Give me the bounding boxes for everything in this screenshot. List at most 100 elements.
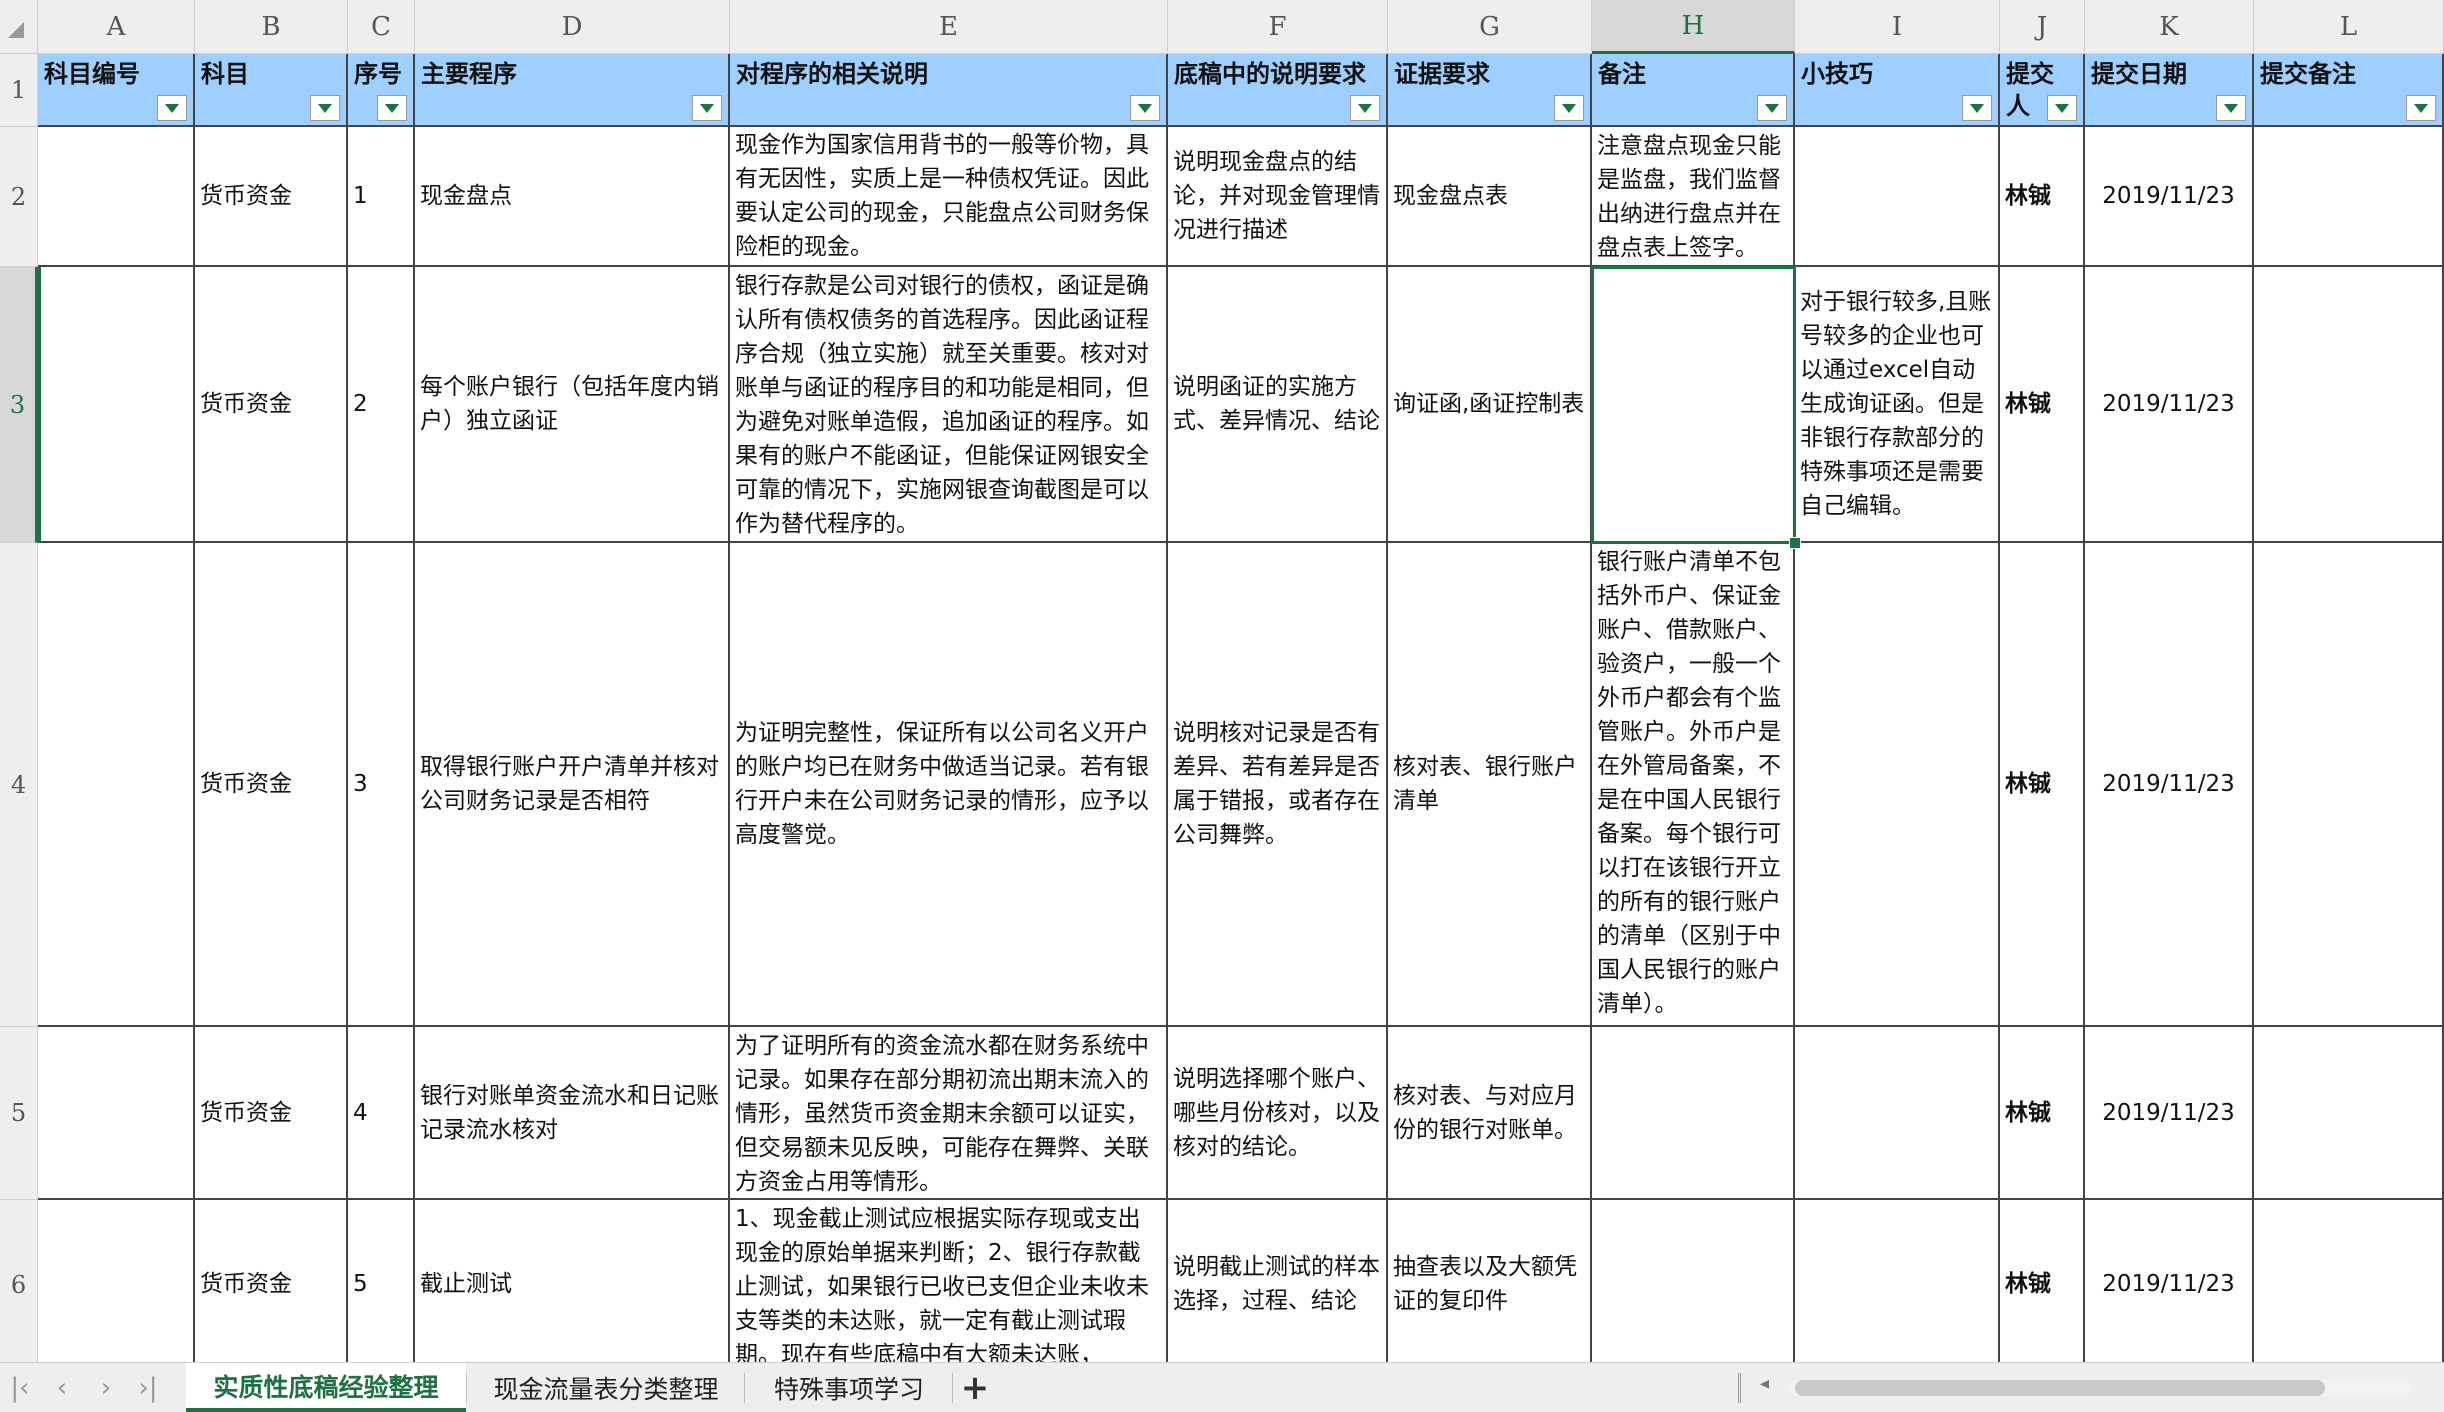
scroll-left-arrow-icon[interactable]: ◂ (1760, 1373, 1769, 1394)
filter-dropdown-icon[interactable] (2047, 95, 2077, 121)
cell-f5[interactable]: 说明选择哪个账户、哪些月份核对，以及核对的结论。 (1168, 1027, 1388, 1200)
column-header-f[interactable]: F (1168, 0, 1388, 54)
cell-i5[interactable] (1795, 1027, 2000, 1200)
cell-a4[interactable] (38, 543, 195, 1027)
filter-dropdown-icon[interactable] (2406, 95, 2436, 121)
filter-dropdown-icon[interactable] (1962, 95, 1992, 121)
filter-dropdown-icon[interactable] (1350, 95, 1380, 121)
cell-a6[interactable] (38, 1200, 195, 1362)
sheet-tab-1[interactable]: 实质性底稿经验整理 (186, 1363, 466, 1412)
row-header-4[interactable]: 4 (0, 543, 38, 1027)
column-header-d[interactable]: D (415, 0, 730, 54)
filter-dropdown-icon[interactable] (1757, 95, 1787, 121)
sheet-tab-2[interactable]: 现金流量表分类整理 (468, 1363, 744, 1412)
first-sheet-button[interactable]: |‹ (2, 1371, 38, 1405)
sheet-tab-3[interactable]: 特殊事项学习 (746, 1363, 952, 1412)
row-header-6[interactable]: 6 (0, 1200, 38, 1362)
header-cell-i[interactable]: 小技巧 (1795, 54, 2000, 127)
cell-e3[interactable]: 银行存款是公司对银行的债权，函证是确认所有债权债务的首选程序。因此函证程序合规（… (730, 267, 1168, 543)
cell-d3[interactable]: 每个账户银行（包括年度内销户）独立函证 (415, 267, 730, 543)
next-sheet-button[interactable]: › (88, 1371, 124, 1405)
cell-h3[interactable] (1592, 267, 1795, 543)
cell-f4[interactable]: 说明核对记录是否有差异、若有差异是否属于错报，或者存在公司舞弊。 (1168, 543, 1388, 1027)
cell-j4[interactable]: 林铖 (2000, 543, 2085, 1027)
cell-e2[interactable]: 现金作为国家信用背书的一般等价物，具有无因性，实质上是一种债权凭证。因此要认定公… (730, 127, 1168, 267)
cell-l6[interactable] (2254, 1200, 2444, 1362)
cell-i3[interactable]: 对于银行较多,且账号较多的企业也可以通过excel自动生成询证函。但是非银行存款… (1795, 267, 2000, 543)
cell-b5[interactable]: 货币资金 (195, 1027, 348, 1200)
filter-dropdown-icon[interactable] (1554, 95, 1584, 121)
filter-dropdown-icon[interactable] (2216, 95, 2246, 121)
row-header-5[interactable]: 5 (0, 1027, 38, 1200)
filter-dropdown-icon[interactable] (692, 95, 722, 121)
header-cell-f[interactable]: 底稿中的说明要求 (1168, 54, 1388, 127)
cell-a2[interactable] (38, 127, 195, 267)
cell-i2[interactable] (1795, 127, 2000, 267)
spreadsheet-grid[interactable]: A B C D E F G H I J K L 1 科目编号 科目 序号 主要程序 对程序的相关说明 底稿中的说明要… (0, 0, 2444, 1362)
select-all-corner[interactable] (0, 0, 38, 54)
row-header-2[interactable]: 2 (0, 127, 38, 267)
filter-dropdown-icon[interactable] (310, 95, 340, 121)
cell-l2[interactable] (2254, 127, 2444, 267)
cell-a3[interactable] (38, 267, 195, 543)
header-cell-a[interactable]: 科目编号 (38, 54, 195, 127)
cell-l3[interactable] (2254, 267, 2444, 543)
cell-g4[interactable]: 核对表、银行账户清单 (1388, 543, 1592, 1027)
cell-d5[interactable]: 银行对账单资金流水和日记账记录流水核对 (415, 1027, 730, 1200)
cell-k4[interactable]: 2019/11/23 (2085, 543, 2254, 1027)
cell-b3[interactable]: 货币资金 (195, 267, 348, 543)
cell-g6[interactable]: 抽查表以及大额凭证的复印件 (1388, 1200, 1592, 1362)
cell-h6[interactable] (1592, 1200, 1795, 1362)
prev-sheet-button[interactable]: ‹ (44, 1371, 80, 1405)
column-header-h[interactable]: H (1592, 0, 1795, 54)
cell-f3[interactable]: 说明函证的实施方式、差异情况、结论 (1168, 267, 1388, 543)
cell-j6[interactable]: 林铖 (2000, 1200, 2085, 1362)
cell-j5[interactable]: 林铖 (2000, 1027, 2085, 1200)
column-header-j[interactable]: J (2000, 0, 2085, 54)
header-cell-c[interactable]: 序号 (348, 54, 415, 127)
cell-e6[interactable]: 1、现金截止测试应根据实际存现或支出现金的原始单据来判断；2、银行存款截止测试，… (730, 1200, 1168, 1362)
cell-d6[interactable]: 截止测试 (415, 1200, 730, 1362)
cell-l4[interactable] (2254, 543, 2444, 1027)
column-header-g[interactable]: G (1388, 0, 1592, 54)
cell-k3[interactable]: 2019/11/23 (2085, 267, 2254, 543)
filter-dropdown-icon[interactable] (377, 95, 407, 121)
cell-g3[interactable]: 询证函,函证控制表 (1388, 267, 1592, 543)
header-cell-h[interactable]: 备注 (1592, 54, 1795, 127)
cell-c6[interactable]: 5 (348, 1200, 415, 1362)
row-header-3[interactable]: 3 (0, 267, 38, 543)
cell-g2[interactable]: 现金盘点表 (1388, 127, 1592, 267)
cell-k2[interactable]: 2019/11/23 (2085, 127, 2254, 267)
horizontal-scrollbar-thumb[interactable] (1795, 1380, 2325, 1396)
header-cell-e[interactable]: 对程序的相关说明 (730, 54, 1168, 127)
cell-h5[interactable] (1592, 1027, 1795, 1200)
column-header-k[interactable]: K (2085, 0, 2254, 54)
add-sheet-button[interactable]: + (957, 1368, 993, 1408)
column-header-e[interactable]: E (730, 0, 1168, 54)
column-header-l[interactable]: L (2254, 0, 2444, 54)
filter-dropdown-icon[interactable] (1130, 95, 1160, 121)
cell-b2[interactable]: 货币资金 (195, 127, 348, 267)
cell-c2[interactable]: 1 (348, 127, 415, 267)
cell-f2[interactable]: 说明现金盘点的结论，并对现金管理情况进行描述 (1168, 127, 1388, 267)
last-sheet-button[interactable]: ›| (130, 1371, 166, 1405)
fill-handle[interactable] (1789, 537, 1801, 549)
cell-g5[interactable]: 核对表、与对应月份的银行对账单。 (1388, 1027, 1592, 1200)
cell-b4[interactable]: 货币资金 (195, 543, 348, 1027)
cell-i4[interactable] (1795, 543, 2000, 1027)
cell-j3[interactable]: 林铖 (2000, 267, 2085, 543)
cell-e4[interactable]: 为证明完整性，保证所有以公司名义开户的账户均已在财务中做适当记录。若有银行开户未… (730, 543, 1168, 1027)
scrollbar-split-handle[interactable] (1738, 1373, 1741, 1403)
cell-k6[interactable]: 2019/11/23 (2085, 1200, 2254, 1362)
cell-a5[interactable] (38, 1027, 195, 1200)
column-header-c[interactable]: C (348, 0, 415, 54)
column-header-i[interactable]: I (1795, 0, 2000, 54)
header-cell-k[interactable]: 提交日期 (2085, 54, 2254, 127)
cell-l5[interactable] (2254, 1027, 2444, 1200)
cell-f6[interactable]: 说明截止测试的样本选择，过程、结论 (1168, 1200, 1388, 1362)
cell-b6[interactable]: 货币资金 (195, 1200, 348, 1362)
cell-c3[interactable]: 2 (348, 267, 415, 543)
filter-dropdown-icon[interactable] (157, 95, 187, 121)
row-header-1[interactable]: 1 (0, 54, 38, 127)
cell-h2[interactable]: 注意盘点现金只能是监盘，我们监督出纳进行盘点并在盘点表上签字。 (1592, 127, 1795, 267)
